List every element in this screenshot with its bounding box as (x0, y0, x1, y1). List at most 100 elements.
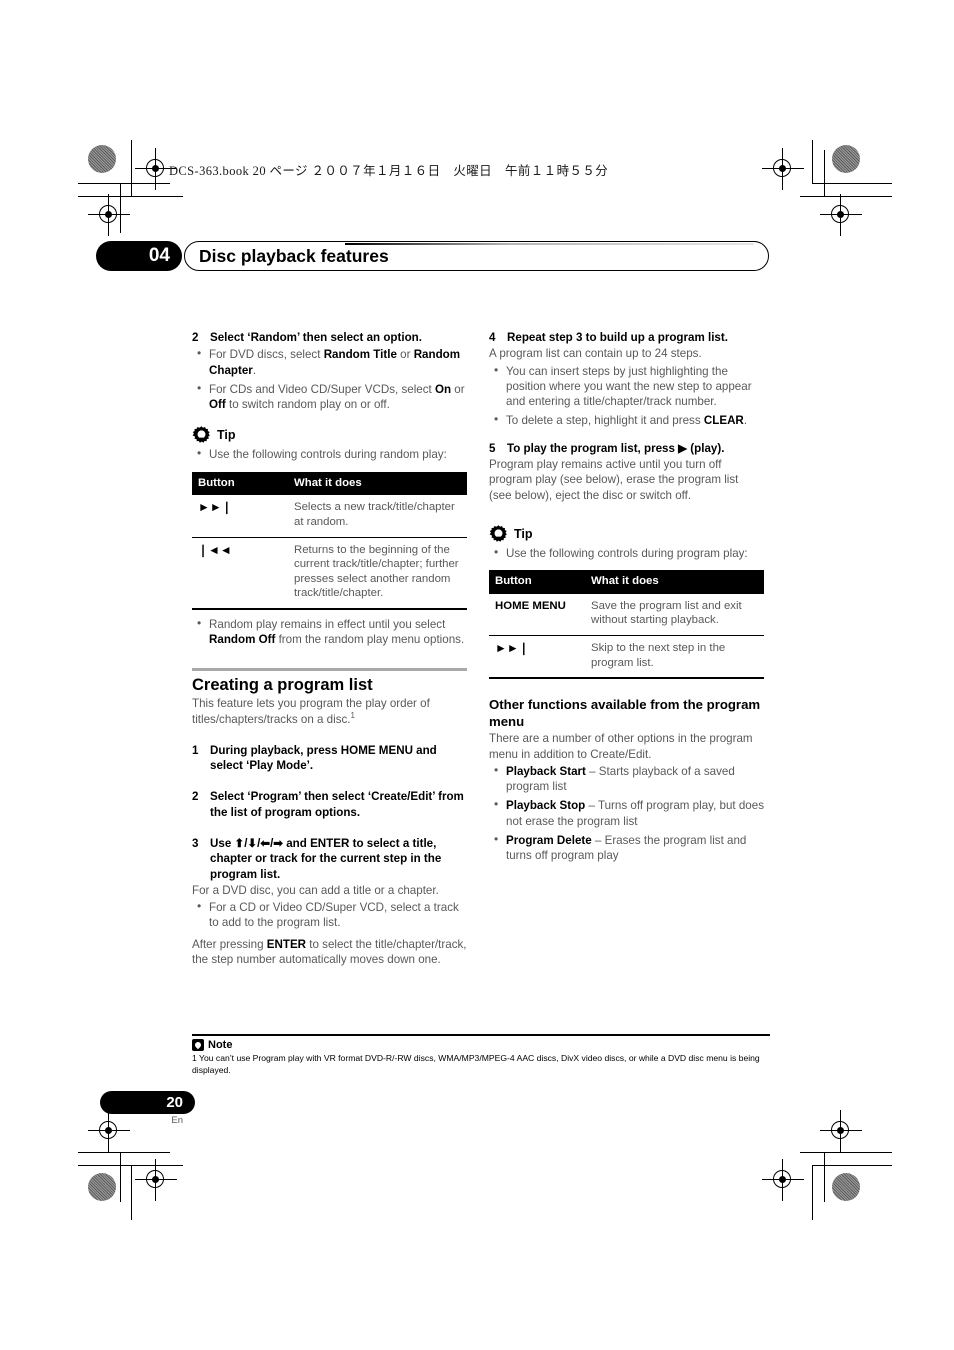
crop-line (131, 1165, 132, 1220)
list-item: Use the following controls during random… (192, 446, 467, 462)
section-intro: This feature lets you program the play o… (192, 697, 430, 726)
column-header-button: Button (192, 471, 288, 496)
footnote-divider (192, 1034, 770, 1037)
step-2-program-create-edit: 2 Select ‘Program’ then select ‘Create/E… (192, 789, 467, 820)
section-title-creating-program-list: Creating a program list (192, 675, 373, 694)
step-1-home-menu: 1 During playback, press HOME MENU and s… (192, 743, 467, 774)
tip-label: Tip (217, 428, 236, 443)
list-item: For a CD or Video CD/Super VCD, select a… (192, 899, 467, 931)
print-density-dot-bottom-right (832, 1173, 860, 1201)
step-number: 4 (489, 331, 496, 344)
step-text: During playback, press HOME MENU and sel… (210, 743, 437, 773)
tip-label: Tip (514, 526, 533, 541)
step-text: Select ‘Program’ then select ‘Create/Edi… (210, 790, 464, 819)
page-number: 20 (100, 1091, 195, 1114)
step-number: 2 (192, 331, 199, 344)
home-menu-button-label: HOME MENU (489, 593, 585, 637)
registration-mark-bottom-left (135, 1159, 177, 1201)
list-item: Program Delete – Erases the program list… (489, 832, 764, 864)
step-3-bullets: For a CD or Video CD/Super VCD, select a… (192, 899, 467, 931)
page-language-code: En (171, 1115, 183, 1126)
crop-line (800, 1152, 892, 1153)
table-row: ❘◄◄ Returns to the beginning of the curr… (192, 537, 467, 610)
crop-line (800, 196, 892, 197)
footnote-section: Note 1 You can’t use Program play with V… (192, 1034, 770, 1076)
lightbulb-tip-icon (192, 426, 211, 445)
step-4-body: A program list can contain up to 24 step… (489, 347, 702, 361)
list-item: To delete a step, highlight it and press… (489, 412, 764, 428)
registration-mark-right-upper (820, 194, 862, 236)
registration-mark-top-left (135, 148, 177, 190)
note-heading: Note (192, 1039, 770, 1052)
next-track-icon: ►►❘ (192, 495, 288, 538)
crop-line (824, 1152, 825, 1202)
table-cell-description: Skip to the next step in the program lis… (585, 635, 764, 680)
left-column: 2 Select ‘Random’ then select an option.… (192, 330, 467, 967)
list-item: Use the following controls during progra… (489, 545, 764, 561)
step-3-select-title: 3 Use ⬆/⬇/⬅/➡ and ENTER to select a titl… (192, 836, 467, 882)
tip-heading-random: Tip (192, 426, 467, 445)
crop-line (824, 150, 825, 196)
step-text: To play the program list, press ▶ (play)… (507, 441, 725, 455)
crop-line (78, 1152, 170, 1153)
table-row: ►►❘ Selects a new track/title/chapter at… (192, 495, 467, 538)
crop-line (812, 1165, 813, 1220)
step-5-body: Program play remains active until you tu… (489, 458, 739, 502)
next-track-icon: ►►❘ (489, 635, 585, 680)
list-item: Playback Stop – Turns off program play, … (489, 797, 764, 829)
step-5-play: 5 To play the program list, press ▶ (pla… (489, 441, 764, 456)
crop-line (78, 196, 183, 197)
print-density-dot-bottom-left (88, 1173, 116, 1201)
print-header-line: DCS-363.book 20 ページ ２００７年１月１６日 火曜日 午前１１時… (169, 164, 609, 178)
step-2-random: 2 Select ‘Random’ then select an option. (192, 330, 467, 345)
registration-mark-bottom-right (762, 1159, 804, 1201)
other-functions-list: Playback Start – Starts playback of a sa… (489, 763, 764, 864)
table-cell-description: Returns to the beginning of the current … (288, 537, 467, 610)
registration-mark-left-upper (88, 194, 130, 236)
step-text: Repeat step 3 to build up a program list… (507, 331, 728, 344)
random-off-note: Random play remains in effect until you … (192, 616, 467, 648)
list-item: For DVD discs, select Random Title or Ra… (192, 346, 467, 378)
tip-heading-program: Tip (489, 525, 764, 544)
chapter-header: 04 Disc playback features (96, 241, 769, 271)
table-row: HOME MENU Save the program list and exit… (489, 593, 764, 637)
step-4-bullets: You can insert steps by just highlightin… (489, 363, 764, 429)
table-cell-description: Save the program list and exit without s… (585, 593, 764, 637)
table-row: ►►❘ Skip to the next step in the program… (489, 635, 764, 680)
crop-line (120, 1152, 121, 1202)
step-3-body: For a DVD disc, you can add a title or a… (192, 883, 439, 897)
column-header-what-it-does: What it does (288, 471, 467, 496)
list-item: Random play remains in effect until you … (192, 616, 467, 648)
step-text: Select ‘Random’ then select an option. (210, 331, 422, 344)
table-header-row: Button What it does (489, 570, 764, 594)
previous-track-icon: ❘◄◄ (192, 537, 288, 610)
step-text: Use ⬆/⬇/⬅/➡ and ENTER to select a title,… (210, 837, 442, 881)
crop-line (812, 140, 813, 184)
column-header-what-it-does: What it does (585, 570, 764, 594)
registration-mark-top-right (762, 148, 804, 190)
tip-bullets-program: Use the following controls during progra… (489, 545, 764, 561)
lightbulb-tip-icon (489, 525, 508, 544)
step-number: 5 (489, 441, 496, 455)
subsection-title-other-functions: Other functions available from the progr… (489, 697, 761, 729)
print-density-dot-top-right (832, 145, 860, 173)
list-item: Playback Start – Starts playback of a sa… (489, 763, 764, 795)
note-text: 1 You can’t use Program play with VR for… (192, 1053, 760, 1075)
page-title: Disc playback features (199, 246, 389, 266)
note-label: Note (208, 1039, 233, 1052)
list-item: For CDs and Video CD/Super VCDs, select … (192, 381, 467, 413)
column-header-button: Button (489, 570, 585, 594)
section-divider (192, 667, 467, 671)
step-number: 1 (192, 743, 199, 757)
subsection-intro: There are a number of other options in t… (489, 732, 753, 761)
note-icon (192, 1039, 204, 1052)
step-2-bullets: For DVD discs, select Random Title or Ra… (192, 346, 467, 413)
step-number: 3 (192, 837, 199, 850)
registration-mark-right-lower (820, 1110, 862, 1152)
right-column: 4 Repeat step 3 to build up a program li… (489, 330, 764, 864)
program-controls-table: Button What it does HOME MENU Save the p… (489, 570, 764, 680)
step-3-after-text: After pressing ENTER to select the title… (192, 937, 467, 967)
print-density-dot-top-left (88, 145, 116, 173)
table-cell-description: Selects a new track/title/chapter at ran… (288, 495, 467, 538)
table-header-row: Button What it does (192, 471, 467, 496)
